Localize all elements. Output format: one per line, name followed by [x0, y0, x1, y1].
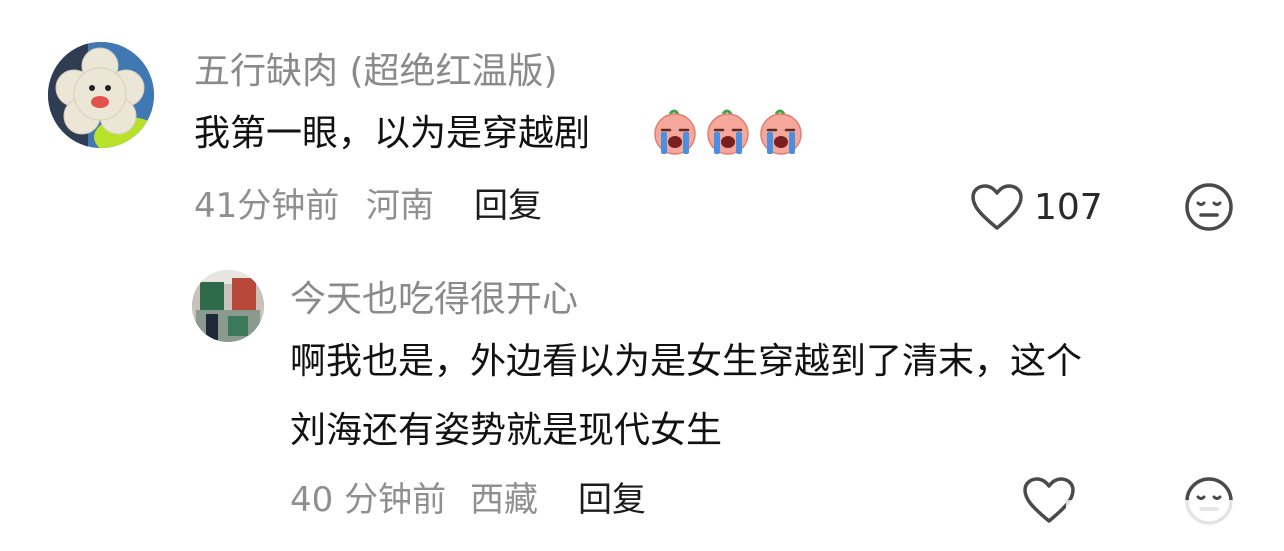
like-count: 107: [1034, 187, 1103, 228]
reply-button[interactable]: 回复: [578, 483, 646, 517]
commenter-name[interactable]: 五行缺肉 (超绝红温版): [194, 54, 558, 90]
replier-name[interactable]: 今天也吃得很开心: [290, 282, 578, 318]
reply-text-line-1: 啊我也是，外边看以为是女生穿越到了清末，这个: [290, 341, 1083, 382]
watermark-overlay: [1066, 500, 1272, 536]
reply-button[interactable]: 回复: [474, 189, 542, 223]
crying-face-emoji: [760, 109, 802, 155]
comment-text: 我第一眼，以为是穿越剧: [194, 113, 591, 154]
comment-location: 河南: [366, 186, 434, 226]
comment-time: 41分钟前: [194, 186, 340, 226]
crying-face-emoji: [707, 109, 749, 155]
commenter-avatar[interactable]: [48, 42, 154, 148]
reply-time: 40 分钟前: [290, 480, 447, 520]
emoji-group: [650, 106, 806, 156]
meh-face-icon[interactable]: [1184, 182, 1234, 232]
reply-text-line-2: 刘海还有姿势就是现代女生: [290, 410, 723, 451]
reply-location: 西藏: [470, 480, 538, 520]
crying-face-emoji: [654, 109, 696, 155]
heart-outline-icon[interactable]: [970, 184, 1024, 232]
replier-avatar[interactable]: [192, 270, 264, 342]
